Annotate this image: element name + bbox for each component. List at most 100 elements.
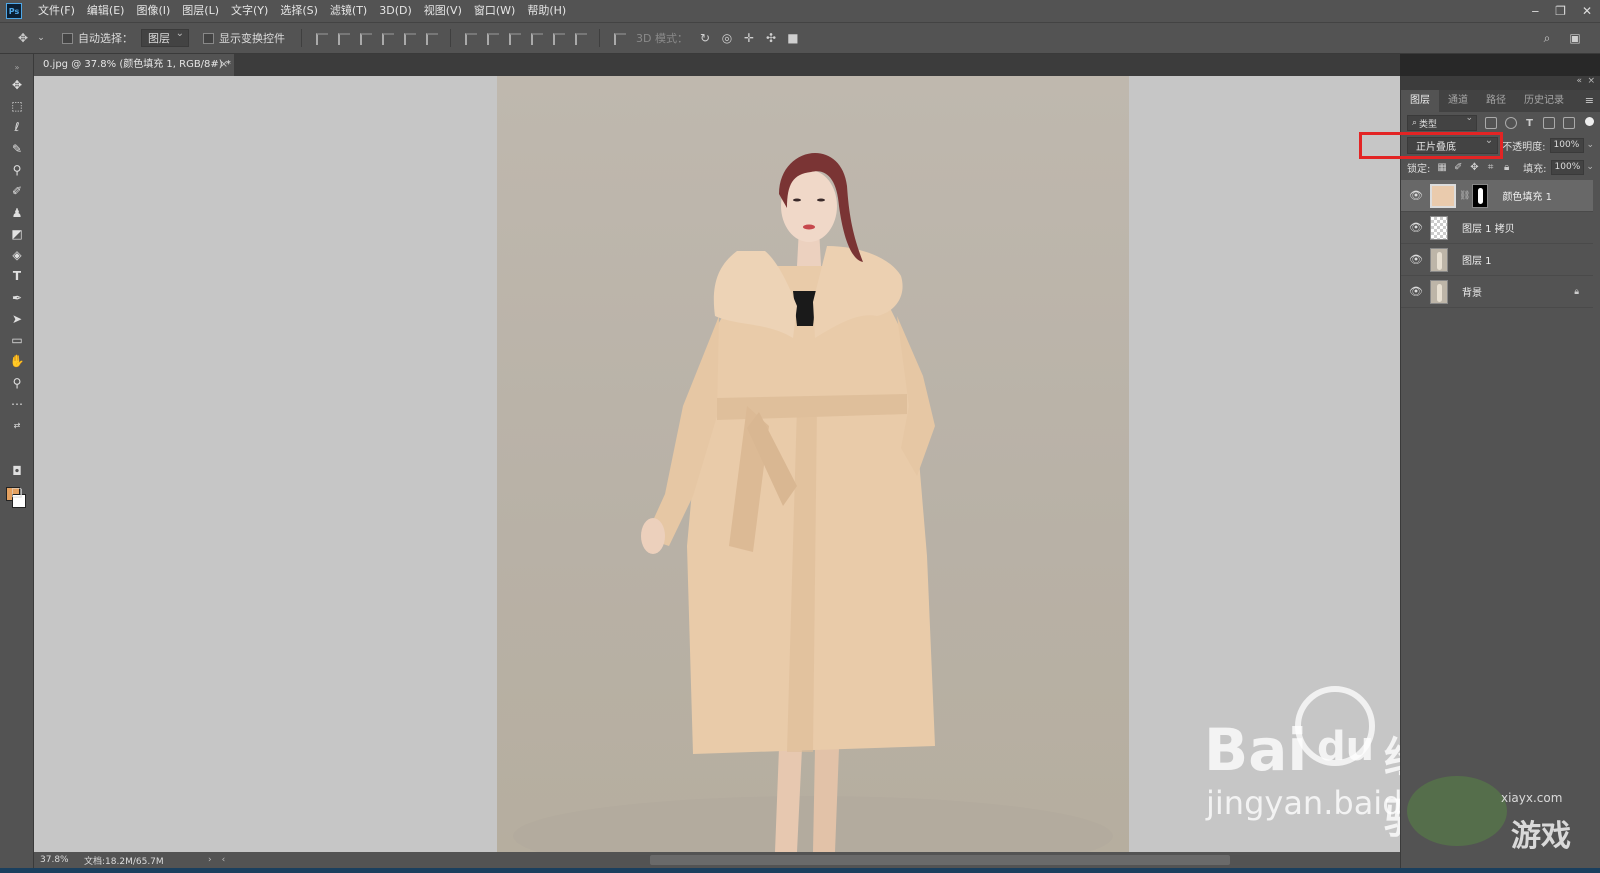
menu-window[interactable]: 窗口(W) xyxy=(468,0,521,22)
menu-view[interactable]: 视图(V) xyxy=(418,0,468,22)
fill-chevron-icon[interactable]: ⌄ xyxy=(1586,162,1594,172)
filter-shape-icon[interactable] xyxy=(1543,117,1555,129)
menu-filter[interactable]: 滤镜(T) xyxy=(324,0,373,22)
shape-tool-icon[interactable]: ▭ xyxy=(8,331,26,349)
lock-position-icon[interactable]: ✥ xyxy=(1470,162,1479,173)
menu-file[interactable]: 文件(F) xyxy=(32,0,81,22)
more-tools-icon[interactable]: ⋯ xyxy=(8,395,26,413)
search-icon[interactable]: ⌕ xyxy=(1538,29,1556,47)
eraser-tool-icon[interactable]: ◩ xyxy=(8,225,26,243)
move-tool-icon[interactable]: ✥ xyxy=(14,29,32,47)
filter-adjustment-icon[interactable] xyxy=(1505,117,1517,129)
layer-thumbnail[interactable] xyxy=(1430,215,1448,240)
layer-filter-dropdown[interactable]: ⌕ 类型 xyxy=(1407,113,1477,131)
quick-select-tool-icon[interactable]: ✎ xyxy=(8,140,26,158)
lock-artboard-icon[interactable]: ⌗ xyxy=(1486,162,1495,173)
minimize-icon[interactable]: ‒ xyxy=(1532,4,1540,18)
canvas-area[interactable]: Bai du 经验 jingyan.baidu.com xyxy=(34,76,1400,852)
auto-select-dropdown[interactable]: 图层 xyxy=(141,28,189,47)
visibility-eye-icon[interactable]: 👁︎ xyxy=(1408,253,1424,266)
distribute-bottom-icon[interactable] xyxy=(507,31,521,45)
tab-channels[interactable]: 通道 xyxy=(1439,90,1477,112)
layer-thumbnail[interactable] xyxy=(1430,247,1448,272)
filter-pixel-icon[interactable] xyxy=(1485,117,1497,129)
menu-select[interactable]: 选择(S) xyxy=(274,0,324,22)
panel-menu-icon[interactable]: ≡ xyxy=(1585,94,1594,107)
screen-mode-icon[interactable]: ❏ xyxy=(8,484,26,502)
layer-1[interactable]: 👁︎ 图层 1 xyxy=(1401,244,1593,276)
auto-align-icon[interactable] xyxy=(612,31,626,45)
workspace-icon[interactable]: ▣ xyxy=(1566,29,1584,47)
toolbox-collapse-icon[interactable]: » xyxy=(8,58,26,76)
horizontal-scrollbar[interactable] xyxy=(650,855,1230,865)
close-tab-icon[interactable]: × xyxy=(220,54,228,76)
menu-help[interactable]: 帮助(H) xyxy=(521,0,572,22)
filter-smart-object-icon[interactable] xyxy=(1563,117,1575,129)
layer-thumbnail[interactable] xyxy=(1430,279,1448,304)
opacity-chevron-icon[interactable]: ⌄ xyxy=(1586,140,1594,150)
gradient-tool-icon[interactable]: ◈ xyxy=(8,246,26,264)
layer-background[interactable]: 👁︎ 背景 🔒︎ xyxy=(1401,276,1593,308)
layer-color-fill[interactable]: 👁︎ ⛓︎ 颜色填充 1 xyxy=(1401,180,1593,212)
transform-controls-checkbox[interactable] xyxy=(203,32,214,44)
filter-toggle[interactable] xyxy=(1585,117,1594,126)
3d-scale-icon[interactable]: ■ xyxy=(784,29,802,47)
align-vcenter-icon[interactable] xyxy=(336,31,350,45)
zoom-tool-icon[interactable]: ⚲ xyxy=(8,374,26,392)
visibility-eye-icon[interactable]: 👁︎ xyxy=(1408,189,1424,202)
3d-roll-icon[interactable]: ◎ xyxy=(718,29,736,47)
mask-link-icon[interactable]: ⛓︎ xyxy=(1459,191,1470,201)
align-hcenter-icon[interactable] xyxy=(402,31,416,45)
filter-type-icon[interactable]: T xyxy=(1524,118,1535,129)
document-tab[interactable]: 0.jpg @ 37.8% (颜色填充 1, RGB/8#) * × xyxy=(34,54,234,76)
layer-lock-icon[interactable]: 🔒︎ xyxy=(1574,287,1579,297)
document-photo[interactable] xyxy=(497,76,1129,852)
move-tool-icon[interactable]: ✥ xyxy=(8,76,26,94)
panel-collapse-icon[interactable]: « xyxy=(1576,76,1582,86)
hand-tool-icon[interactable]: ✋ xyxy=(8,352,26,370)
visibility-eye-icon[interactable]: 👁︎ xyxy=(1408,285,1424,298)
marquee-tool-icon[interactable]: ⬚ xyxy=(8,97,26,115)
lock-all-icon[interactable]: 🔒︎ xyxy=(1502,162,1511,173)
layer-1-copy[interactable]: 👁︎ 图层 1 拷贝 xyxy=(1401,212,1593,244)
3d-pan-icon[interactable]: ✛ xyxy=(740,29,758,47)
distribute-hcenter-icon[interactable] xyxy=(551,31,565,45)
menu-type[interactable]: 文字(Y) xyxy=(225,0,274,22)
status-menu-chevron-icon[interactable]: › xyxy=(208,855,212,865)
type-tool-icon[interactable]: T xyxy=(8,267,26,285)
tool-preset-chevron-icon[interactable]: ⌄ xyxy=(36,29,46,47)
distribute-vcenter-icon[interactable] xyxy=(485,31,499,45)
visibility-eye-icon[interactable]: 👁︎ xyxy=(1408,221,1424,234)
lock-image-icon[interactable]: ✐ xyxy=(1454,162,1463,173)
tab-history[interactable]: 历史记录 xyxy=(1515,90,1573,112)
lock-transparent-icon[interactable]: ▦ xyxy=(1437,162,1446,173)
distribute-top-icon[interactable] xyxy=(463,31,477,45)
distribute-left-icon[interactable] xyxy=(529,31,543,45)
menu-3d[interactable]: 3D(D) xyxy=(373,0,418,22)
panel-close-icon[interactable]: × xyxy=(1587,76,1595,86)
pen-tool-icon[interactable]: ✒ xyxy=(8,289,26,307)
status-zoom[interactable]: 37.8% xyxy=(34,855,84,865)
align-left-icon[interactable] xyxy=(380,31,394,45)
lasso-tool-icon[interactable]: ℓ xyxy=(8,118,26,136)
stamp-tool-icon[interactable]: ♟ xyxy=(8,204,26,222)
blend-mode-dropdown[interactable]: 正片叠底 xyxy=(1407,135,1499,154)
fill-layer-thumbnail[interactable] xyxy=(1430,183,1456,208)
close-icon[interactable]: ✕ xyxy=(1582,4,1592,18)
eyedropper-tool-icon[interactable]: ⚲ xyxy=(8,161,26,179)
auto-select-checkbox[interactable] xyxy=(62,32,73,44)
opacity-input[interactable]: 100% xyxy=(1549,137,1585,153)
fill-input[interactable]: 100% xyxy=(1550,159,1585,175)
scroll-left-icon[interactable]: ‹ xyxy=(222,855,226,865)
path-select-tool-icon[interactable]: ➤ xyxy=(8,310,26,328)
menu-image[interactable]: 图像(I) xyxy=(130,0,176,22)
3d-slide-icon[interactable]: ✣ xyxy=(762,29,780,47)
tab-layers[interactable]: 图层 xyxy=(1401,90,1439,112)
3d-orbit-icon[interactable]: ↻ xyxy=(696,29,714,47)
restore-icon[interactable]: ❐ xyxy=(1555,4,1566,18)
align-right-icon[interactable] xyxy=(424,31,438,45)
menu-edit[interactable]: 编辑(E) xyxy=(81,0,131,22)
swap-colors-icon[interactable]: ⇄ xyxy=(8,416,26,434)
brush-tool-icon[interactable]: ✐ xyxy=(8,182,26,200)
quick-mask-icon[interactable]: ◘ xyxy=(8,462,26,480)
